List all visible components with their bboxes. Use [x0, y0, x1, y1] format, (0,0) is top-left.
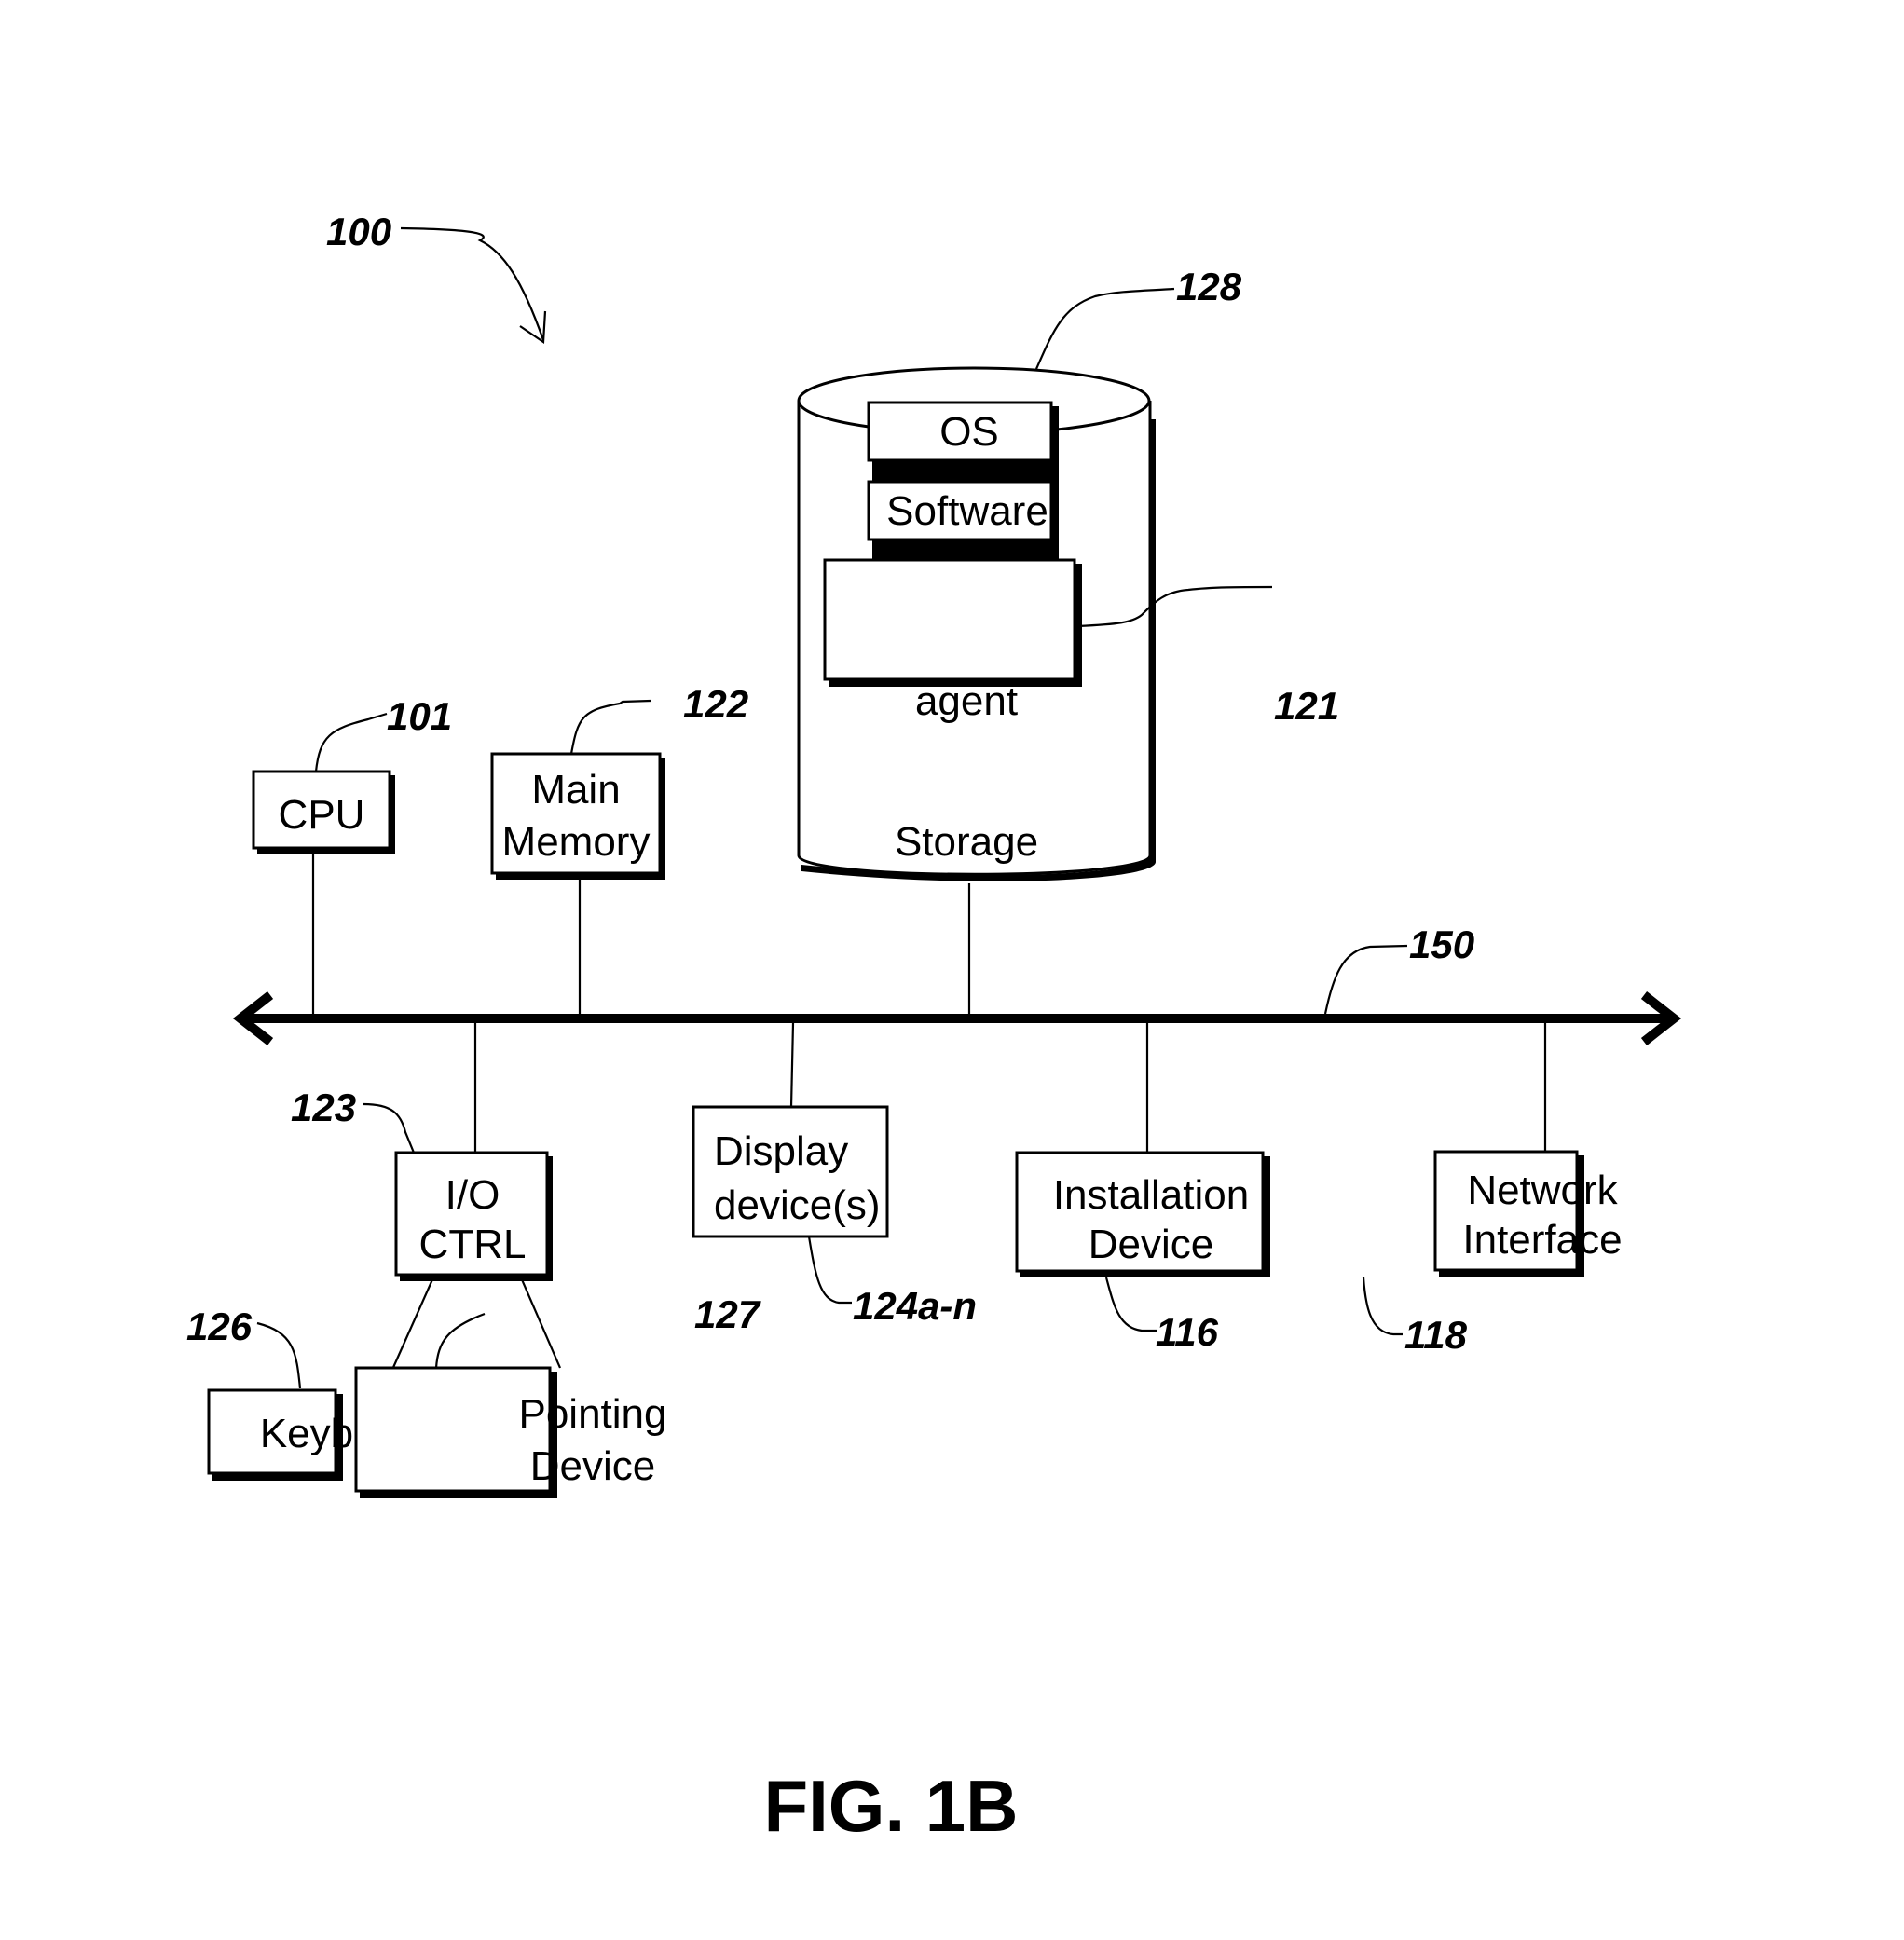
io-ctrl-ref-label: 123	[291, 1086, 356, 1129]
keyboard-ref-leader	[256, 1321, 302, 1389]
network-ref-label: 118	[1404, 1313, 1468, 1357]
system-ref-arrow	[400, 226, 545, 341]
io-ctrl-label-line1: I/O	[445, 1172, 500, 1218]
system-ref-label: 100	[326, 210, 391, 253]
agent-box	[823, 558, 1082, 687]
io-pointing-connector	[519, 1277, 562, 1369]
pointing-ref-label: 127	[694, 1292, 761, 1336]
network-label-line2: Interface	[1462, 1217, 1622, 1263]
agent-label: agent	[915, 678, 1018, 724]
storage-label: Storage	[895, 819, 1038, 865]
installation-label-line1: Installation	[1053, 1172, 1249, 1218]
computer-block-diagram: 100 128 OS Software agent Storage 121 CP…	[186, 210, 1682, 1847]
pointing-label-line2: Device	[530, 1443, 656, 1489]
network-ref-leader	[1362, 1277, 1403, 1336]
io-ctrl-label-line2: CTRL	[419, 1222, 527, 1267]
main-memory-ref-label: 122	[683, 682, 748, 726]
main-memory-label-line2: Memory	[502, 819, 651, 865]
display-label-line2: device(s)	[714, 1182, 881, 1228]
storage-ref-leader	[1034, 287, 1175, 370]
system-bus	[232, 991, 1682, 1045]
cpu-ref-label: 101	[387, 694, 452, 738]
agent-ref-label: 121	[1274, 684, 1339, 728]
network-label-line1: Network	[1467, 1168, 1618, 1213]
keyboard-ref-label: 126	[186, 1305, 253, 1348]
io-ctrl-ref-leader	[363, 1102, 416, 1154]
display-ref-label: 124a-n	[853, 1284, 977, 1328]
figure-caption: FIG. 1B	[763, 1765, 1018, 1847]
software-label: Software	[886, 488, 1048, 534]
main-memory-label-line1: Main	[531, 767, 620, 813]
bus-ref-label: 150	[1409, 922, 1474, 966]
bus-ref-leader	[1323, 944, 1408, 1015]
storage-ref-label: 128	[1176, 265, 1242, 308]
pointing-ref-leader	[434, 1312, 486, 1369]
cpu-label: CPU	[279, 792, 365, 838]
display-bus-connector	[789, 1022, 795, 1108]
main-memory-ref-leader	[569, 699, 651, 755]
os-label: OS	[939, 409, 999, 455]
cpu-ref-leader	[314, 712, 388, 772]
installation-ref-label: 116	[1156, 1310, 1219, 1354]
display-label-line1: Display	[714, 1128, 848, 1174]
pointing-label-line1: Pointing	[518, 1391, 666, 1437]
display-ref-leader	[807, 1236, 852, 1305]
installation-label-line2: Device	[1089, 1222, 1214, 1267]
installation-ref-leader	[1104, 1277, 1157, 1332]
